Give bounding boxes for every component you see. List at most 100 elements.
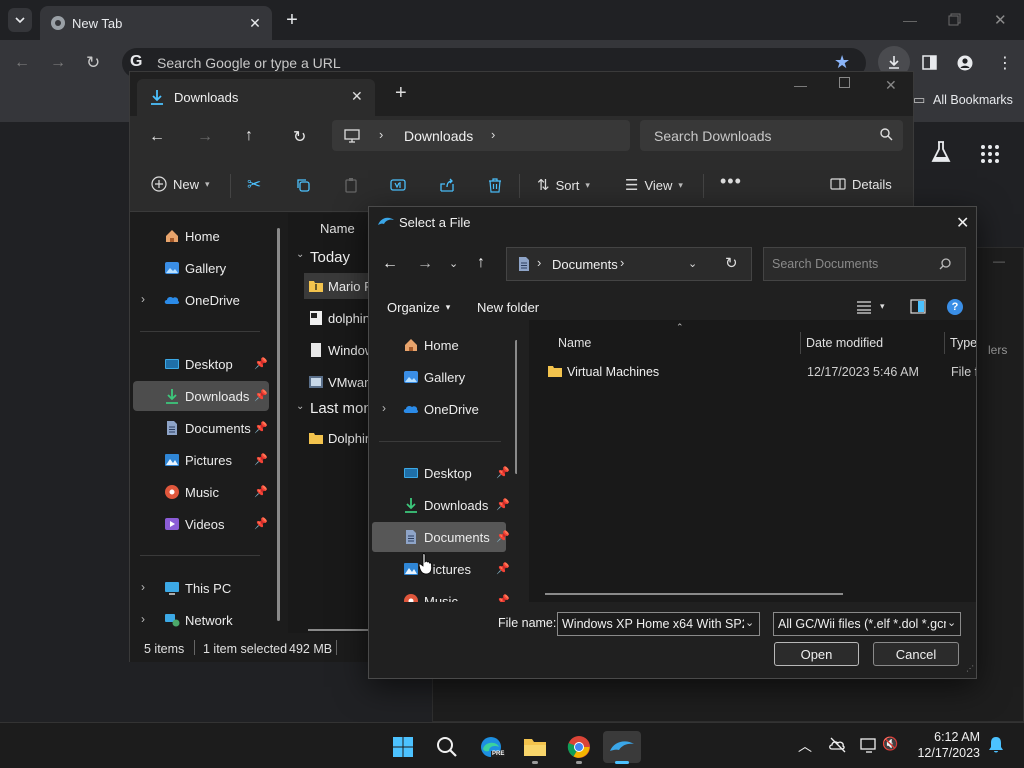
pin-icon[interactable]: 📌	[254, 421, 268, 434]
close-icon[interactable]: ✕	[247, 15, 263, 31]
chevron-right-icon[interactable]: ›	[141, 292, 145, 306]
file-row[interactable]: Dolphin	[304, 425, 372, 451]
restore-icon[interactable]	[948, 13, 961, 26]
side-panel-icon[interactable]	[922, 55, 937, 70]
file-name-combobox[interactable]: Windows XP Home x64 With SP2 \ ⌄	[557, 612, 760, 636]
show-hidden-icons-chevron-icon[interactable]: ︿	[798, 736, 812, 756]
dlg-nav-item-pictures[interactable]: Pictures 📌	[372, 554, 510, 584]
group-header-today[interactable]: Today	[310, 249, 350, 266]
file-row[interactable]: Virtual Machines 12/17/2023 5:46 AM File…	[539, 360, 976, 384]
pin-icon[interactable]: 📌	[254, 453, 268, 466]
nav-item-music[interactable]: Music 📌	[133, 477, 269, 507]
chevron-down-icon[interactable]: ⌄	[947, 616, 956, 629]
tab-search-button[interactable]	[8, 8, 32, 32]
refresh-icon[interactable]: ↻	[725, 254, 738, 272]
star-bookmark-icon[interactable]: ★	[834, 52, 850, 73]
nav-item-onedrive[interactable]: › OneDrive	[133, 285, 269, 315]
back-arrow-icon[interactable]: ←	[149, 128, 165, 146]
back-arrow-icon[interactable]: ←	[14, 54, 30, 72]
nav-item-home[interactable]: Home	[133, 221, 269, 251]
more-menu-icon[interactable]: ⋮	[997, 53, 1013, 73]
column-header-type[interactable]: Type	[950, 336, 976, 350]
close-icon[interactable]: ✕	[956, 213, 969, 233]
pin-icon[interactable]: 📌	[254, 357, 268, 370]
preview-pane-icon[interactable]	[910, 299, 926, 314]
forward-arrow-icon[interactable]: →	[417, 255, 433, 273]
notification-bell-icon[interactable]	[988, 736, 1004, 754]
labs-flask-icon[interactable]	[930, 140, 952, 164]
view-button[interactable]: ☰ View ▾	[625, 176, 683, 194]
new-tab-button[interactable]: +	[282, 9, 302, 31]
close-window-icon[interactable]: ✕	[885, 77, 897, 94]
help-icon[interactable]: ?	[947, 299, 963, 315]
breadcrumb-downloads[interactable]: Downloads	[404, 128, 473, 144]
pin-icon[interactable]: 📌	[496, 530, 510, 543]
nav-scrollbar[interactable]	[277, 228, 280, 621]
copy-icon[interactable]	[295, 177, 311, 193]
all-bookmarks-link[interactable]: All Bookmarks	[933, 93, 1013, 107]
maximize-icon[interactable]	[839, 77, 850, 88]
taskbar-file-explorer[interactable]	[517, 731, 553, 764]
dlg-nav-item-onedrive[interactable]: › OneDrive	[372, 394, 506, 424]
bookmarks-folder-icon[interactable]: ▭	[913, 92, 925, 108]
breadcrumb-documents[interactable]: Documents	[552, 257, 618, 272]
pin-icon[interactable]: 📌	[496, 466, 510, 479]
chevron-right-icon[interactable]: ›	[491, 127, 495, 142]
nav-scrollbar[interactable]	[515, 340, 517, 474]
nav-item-downloads[interactable]: Downloads 📌	[133, 381, 269, 411]
column-header-date[interactable]: Date modified	[806, 336, 883, 350]
open-button[interactable]: Open	[774, 642, 859, 666]
share-icon[interactable]	[439, 177, 455, 193]
pin-icon[interactable]: 📌	[254, 517, 268, 530]
taskbar-chrome[interactable]	[561, 731, 597, 764]
dlg-nav-item-downloads[interactable]: Downloads 📌	[372, 490, 510, 520]
pin-icon[interactable]: 📌	[496, 498, 510, 511]
cancel-button[interactable]: Cancel	[873, 642, 959, 666]
chevron-down-icon[interactable]: ⌄	[296, 401, 304, 412]
chevron-down-icon[interactable]: ⌄	[296, 249, 304, 260]
explorer-search-box[interactable]: Search Downloads	[640, 120, 903, 151]
more-options-icon[interactable]: •••	[720, 171, 742, 192]
delete-trash-icon[interactable]	[487, 177, 503, 193]
close-icon[interactable]: ✕	[351, 88, 363, 105]
volume-muted-icon[interactable]: 🔇	[882, 736, 898, 752]
dlg-nav-item-documents[interactable]: Documents 📌	[372, 522, 510, 552]
up-arrow-icon[interactable]: ↑	[477, 254, 485, 272]
address-history-chevron-icon[interactable]: ⌄	[688, 257, 697, 270]
refresh-icon[interactable]: ↻	[293, 127, 306, 147]
cut-icon[interactable]: ✂	[247, 175, 261, 195]
pin-icon[interactable]: 📌	[254, 389, 268, 402]
chevron-right-icon[interactable]: ›	[620, 255, 624, 270]
new-folder-button[interactable]: New folder	[477, 300, 539, 315]
chevron-down-icon[interactable]: ▾	[880, 301, 885, 312]
dlg-nav-item-desktop[interactable]: Desktop 📌	[372, 458, 510, 488]
nav-item-this-pc[interactable]: › This PC	[133, 573, 269, 603]
file-row[interactable]: VMware	[304, 369, 376, 395]
reload-icon[interactable]: ↻	[86, 53, 100, 73]
file-type-filter-select[interactable]: All GC/Wii files (*.elf *.dol *.gcr ⌄	[773, 612, 961, 636]
minimize-icon[interactable]: —	[794, 78, 807, 93]
new-button[interactable]: New ▾	[151, 176, 210, 192]
nav-item-pictures[interactable]: Pictures 📌	[133, 445, 269, 475]
network-ethernet-icon[interactable]	[860, 736, 878, 754]
nav-item-network[interactable]: › Network	[133, 605, 269, 635]
chrome-tab-new-tab[interactable]: New Tab ✕	[40, 6, 272, 40]
nav-item-documents[interactable]: Documents 📌	[133, 413, 269, 443]
explorer-tab-downloads[interactable]: Downloads ✕	[137, 79, 375, 116]
up-arrow-icon[interactable]: ↑	[245, 127, 253, 145]
dialog-address-bar[interactable]: › Documents › ⌄ ↻	[506, 247, 752, 281]
taskbar-search-button[interactable]	[429, 731, 465, 763]
nav-item-desktop[interactable]: Desktop 📌	[133, 349, 269, 379]
clock-date[interactable]: 12/17/2023	[900, 746, 980, 760]
chevron-down-icon[interactable]: ⌄	[745, 616, 754, 629]
group-header-last-month[interactable]: Last mon	[310, 400, 372, 417]
resize-grip-icon[interactable]: ⋰	[966, 664, 974, 673]
nav-item-gallery[interactable]: Gallery	[133, 253, 269, 283]
file-row[interactable]: Window	[304, 337, 374, 363]
pin-icon[interactable]: 📌	[254, 485, 268, 498]
view-details-icon[interactable]	[856, 300, 872, 314]
minimize-icon[interactable]: —	[903, 12, 917, 28]
profile-avatar-icon[interactable]	[957, 55, 973, 71]
pin-icon[interactable]: 📌	[496, 562, 510, 575]
file-row[interactable]: dolphin	[304, 305, 370, 331]
